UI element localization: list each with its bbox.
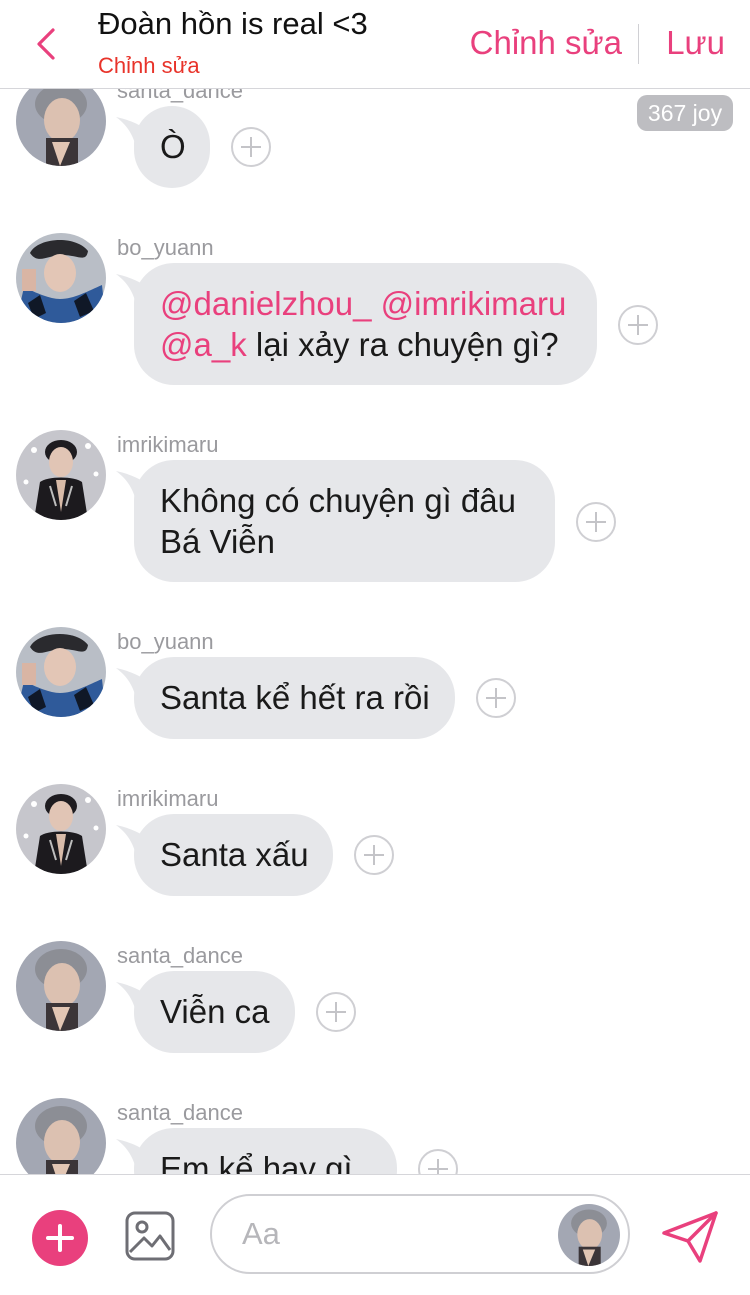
- add-reaction-icon[interactable]: [231, 127, 271, 167]
- chat-subtitle-edit[interactable]: Chỉnh sửa: [98, 53, 200, 79]
- message-bubble[interactable]: Em kể hay gì: [134, 1128, 397, 1174]
- chat-title: Đoàn hồn is real <3: [98, 6, 368, 41]
- message-bubble[interactable]: Viễn ca: [134, 971, 295, 1053]
- back-chevron-icon: [37, 28, 55, 60]
- avatar-bo[interactable]: [16, 627, 106, 717]
- header-divider: [638, 24, 639, 64]
- message-item: santa_dance Viễn ca: [0, 941, 750, 1066]
- mention-link[interactable]: @danielzhou_: [160, 285, 372, 322]
- message-bubble[interactable]: Santa xấu: [134, 814, 333, 896]
- message-username: santa_dance: [117, 1100, 243, 1125]
- avatar-santa[interactable]: [558, 1204, 620, 1266]
- avatar-imri[interactable]: [16, 430, 106, 520]
- message-bubble[interactable]: Không có chuyện gì đâu Bá Viễn: [134, 460, 555, 582]
- mention-link[interactable]: @a_k: [160, 326, 247, 363]
- message-list[interactable]: santa_dance Ò 367 joy bo_yuann @danielzh…: [0, 88, 750, 1174]
- message-item: santa_dance Em kể hay gì: [0, 1098, 750, 1174]
- mention-link[interactable]: @imrikimaru: [381, 285, 567, 322]
- add-reaction-icon[interactable]: [476, 678, 516, 718]
- message-username: bo_yuann: [117, 629, 214, 654]
- avatar-bo[interactable]: [16, 233, 106, 323]
- image-picker-button[interactable]: [124, 1210, 176, 1262]
- message-item: imrikimaru Không có chuyện gì đâu Bá Viễ…: [0, 430, 750, 595]
- message-username: santa_dance: [117, 943, 243, 968]
- avatar-imri[interactable]: [16, 784, 106, 874]
- message-item: santa_dance Ò 367 joy: [0, 88, 750, 201]
- edit-button[interactable]: Chỉnh sửa: [470, 24, 622, 62]
- message-item: bo_yuann @danielzhou_ @imrikimaru @a_k l…: [0, 233, 750, 398]
- message-item: bo_yuann Santa kể hết ra rồi: [0, 627, 750, 752]
- message-bubble[interactable]: Ò: [134, 106, 210, 188]
- add-attachment-button[interactable]: [32, 1210, 88, 1266]
- message-username: bo_yuann: [117, 235, 214, 260]
- send-button[interactable]: [660, 1209, 720, 1265]
- avatar-santa[interactable]: [16, 941, 106, 1031]
- save-button[interactable]: Lưu: [666, 24, 725, 62]
- message-bubble[interactable]: @danielzhou_ @imrikimaru @a_k lại xảy ra…: [134, 263, 597, 385]
- composer-bar: [0, 1174, 750, 1295]
- avatar-santa[interactable]: [16, 1098, 106, 1174]
- message-username: imrikimaru: [117, 786, 219, 811]
- avatar-santa[interactable]: [16, 88, 106, 166]
- add-reaction-icon[interactable]: [354, 835, 394, 875]
- message-text-line: Không có chuyện gì đâu: [160, 482, 516, 519]
- add-reaction-icon[interactable]: [418, 1149, 458, 1174]
- image-icon: [125, 1211, 175, 1261]
- message-username: santa_dance: [117, 88, 243, 103]
- message-item: imrikimaru Santa xấu: [0, 784, 750, 909]
- message-username: imrikimaru: [117, 432, 219, 457]
- add-reaction-icon[interactable]: [618, 305, 658, 345]
- back-button[interactable]: [26, 24, 66, 64]
- message-text: lại xảy ra chuyện gì?: [255, 326, 559, 363]
- message-text-line: Bá Viễn: [160, 523, 275, 560]
- send-icon: [662, 1211, 718, 1263]
- chat-header: Đoàn hồn is real <3 Chỉnh sửa Chỉnh sửa …: [0, 0, 750, 89]
- message-bubble[interactable]: Santa kể hết ra rồi: [134, 657, 455, 739]
- add-reaction-icon[interactable]: [316, 992, 356, 1032]
- joy-badge: 367 joy: [637, 95, 733, 131]
- add-reaction-icon[interactable]: [576, 502, 616, 542]
